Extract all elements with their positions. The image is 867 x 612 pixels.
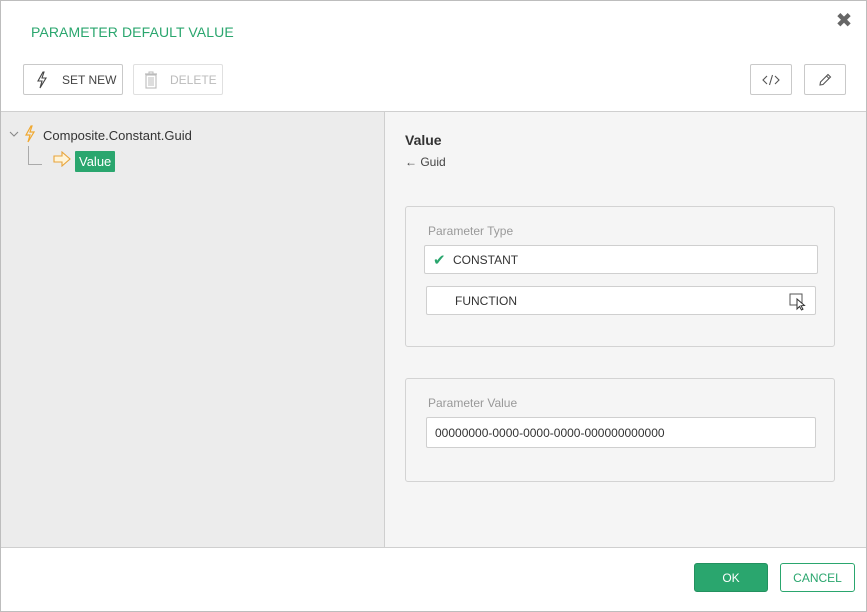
lightning-icon bbox=[24, 125, 36, 146]
delete-button[interactable]: DELETE bbox=[133, 64, 223, 95]
cursor-icon bbox=[789, 293, 807, 314]
detail-subtitle: ← Guid bbox=[405, 155, 446, 169]
chevron-down-icon[interactable] bbox=[9, 130, 19, 141]
detail-title: Value bbox=[405, 132, 442, 148]
dialog-title: PARAMETER DEFAULT VALUE bbox=[31, 24, 234, 40]
option-function[interactable]: FUNCTION bbox=[426, 286, 816, 315]
detail-pane: Value ← Guid Parameter Type ✔ CONSTANT F… bbox=[385, 112, 866, 547]
option-constant-label: CONSTANT bbox=[453, 252, 519, 267]
close-icon[interactable]: ✖ bbox=[834, 11, 854, 31]
parameter-value-input[interactable] bbox=[426, 417, 816, 448]
parameter-value-group: Parameter Value bbox=[405, 378, 835, 482]
delete-label: DELETE bbox=[170, 72, 217, 87]
parameter-default-value-dialog: PARAMETER DEFAULT VALUE ✖ SET NEW DELETE bbox=[0, 0, 867, 612]
parameter-type-group: Parameter Type ✔ CONSTANT FUNCTION bbox=[405, 206, 835, 347]
tree-node-root-label: Composite.Constant.Guid bbox=[43, 128, 192, 143]
set-new-button[interactable]: SET NEW bbox=[23, 64, 123, 95]
edit-button[interactable] bbox=[804, 64, 846, 95]
ok-button[interactable]: OK bbox=[694, 563, 768, 592]
trash-icon bbox=[144, 71, 158, 89]
code-view-button[interactable] bbox=[750, 64, 792, 95]
pencil-icon bbox=[817, 72, 833, 88]
checkmark-icon: ✔ bbox=[433, 251, 446, 269]
tree-connector bbox=[28, 164, 42, 165]
parameter-arrow-icon bbox=[53, 150, 71, 172]
tree-node-value-label: Value bbox=[75, 151, 116, 172]
parameter-value-label: Parameter Value bbox=[428, 396, 518, 410]
option-function-label: FUNCTION bbox=[455, 293, 517, 308]
option-constant[interactable]: ✔ CONSTANT bbox=[424, 245, 818, 274]
tree-node-root[interactable]: Composite.Constant.Guid bbox=[9, 125, 192, 146]
set-new-label: SET NEW bbox=[62, 72, 117, 87]
tree-connector bbox=[28, 146, 29, 164]
code-icon bbox=[761, 74, 781, 86]
lightning-icon bbox=[36, 70, 48, 89]
dialog-body: Composite.Constant.Guid Value Value ← Gu… bbox=[1, 111, 866, 548]
cancel-button[interactable]: CANCEL bbox=[780, 563, 855, 592]
parameter-type-label: Parameter Type bbox=[428, 224, 514, 238]
tree-pane: Composite.Constant.Guid Value bbox=[1, 112, 385, 547]
tree-node-value[interactable]: Value bbox=[53, 150, 116, 172]
